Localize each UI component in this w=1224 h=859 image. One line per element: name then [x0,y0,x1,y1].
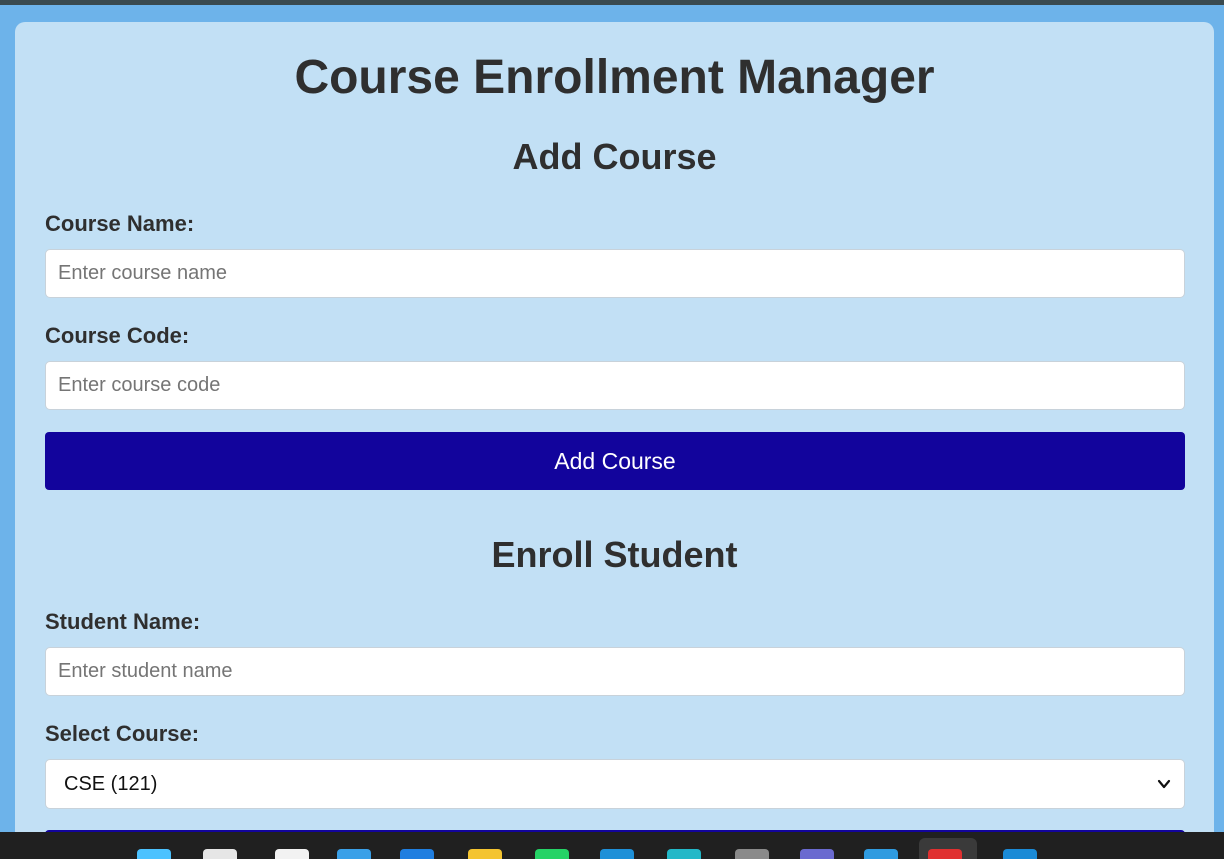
store-icon[interactable] [337,849,371,859]
chevron-down-icon [1157,779,1171,789]
course-select-value: CSE (121) [64,773,158,795]
add-course-heading: Add Course [512,136,717,177]
select-course-label: Select Course: [45,721,200,746]
student-name-label: Student Name: [45,609,201,634]
window-top-border [0,0,1224,5]
chrome-icon[interactable] [864,849,898,859]
page-title: Course Enrollment Manager [294,51,935,104]
enroll-student-heading: Enroll Student [491,534,738,575]
app-icon[interactable] [600,849,634,859]
vscode-icon[interactable] [1003,849,1037,859]
taskbar [0,832,1224,859]
task-view-icon[interactable] [275,849,309,859]
browser-icon[interactable] [667,849,701,859]
chrome-profile-icon[interactable] [928,849,962,859]
course-select[interactable]: CSE (121) [45,759,1185,809]
course-name-input[interactable] [45,249,1185,298]
shield-icon[interactable] [735,849,769,859]
student-name-input[interactable] [45,647,1185,696]
enrollment-card: Course Enrollment Manager Add Course Cou… [15,22,1214,852]
course-name-label: Course Name: [45,211,195,236]
add-course-button[interactable]: Add Course [45,432,1185,490]
search-icon[interactable] [203,849,237,859]
course-code-label: Course Code: [45,323,190,348]
notes-icon[interactable] [800,849,834,859]
windows-start-icon[interactable] [137,849,171,859]
file-explorer-icon[interactable] [468,849,502,859]
edge-icon[interactable] [400,849,434,859]
course-code-input[interactable] [45,361,1185,410]
whatsapp-icon[interactable] [535,849,569,859]
